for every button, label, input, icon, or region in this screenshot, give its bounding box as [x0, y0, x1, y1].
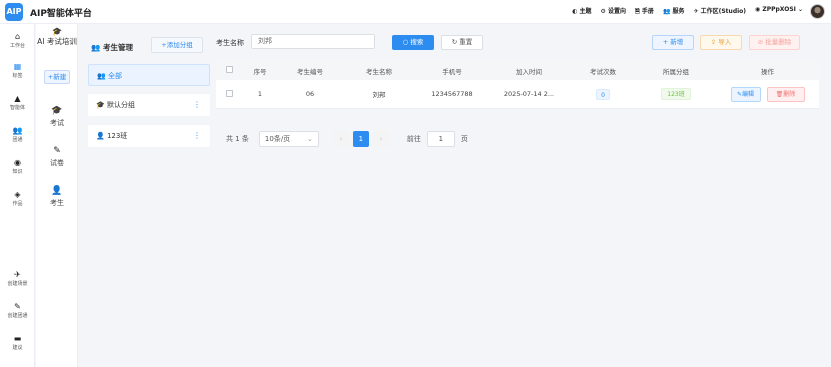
group-panel-title: 👥 考生管理: [91, 43, 133, 52]
delete-button[interactable]: 🗑删除: [766, 86, 805, 102]
import-button[interactable]: ⇪ 导入: [700, 35, 742, 50]
exam-icon: 🎓: [51, 106, 63, 116]
main-content: 考生名称 刘邦 ○ 搜索 ↻ 重置 + 新增 ⇪ 导入 ⊘ 批量删除 序号 考生…: [214, 24, 831, 367]
col-actions: 操作: [761, 67, 774, 76]
goto-page-input[interactable]: 1: [426, 131, 455, 147]
page-suffix: 页: [460, 135, 468, 143]
more-icon[interactable]: ⋮: [193, 94, 201, 116]
col-index: 序号: [253, 67, 267, 76]
nav-item-tags[interactable]: ▦ 标签: [0, 62, 35, 79]
exam-count-badge: 0: [596, 88, 610, 100]
more-icon[interactable]: ⋮: [193, 125, 201, 147]
student-table: 序号 考生编号 考生名称 手机号 加入时间 考试次数 所属分组 操作 1 06 …: [216, 61, 819, 109]
wrench-icon: ✎: [14, 302, 21, 311]
top-nav: ◐ 主题 ⚙ 设置向 🗎 手册 👥 服务 ✈ 工作区(Studio) ◉ ZPP…: [572, 6, 803, 17]
team-icon: 👥: [12, 126, 23, 135]
nav-item-workbench[interactable]: ⌂ 工作台: [0, 32, 35, 49]
app-logo[interactable]: AIP: [5, 3, 23, 21]
left-nav: ⌂ 工作台 ▦ 标签 ▲ 智能体 👥 团通 ◉ 知识 ◈ 作品 ✈ 创建场景 ✎ 创建团通 ▬ 建…: [0, 24, 35, 367]
theme-button[interactable]: ◐ 主题: [572, 6, 591, 17]
search-label: 考生名称: [216, 39, 244, 47]
subnav-item-student[interactable]: 👤 考生: [36, 186, 78, 208]
student-icon: 👤: [51, 186, 63, 196]
next-page-button[interactable]: ›: [372, 131, 389, 147]
select-all-checkbox[interactable]: [225, 66, 233, 73]
add-button[interactable]: + 新增: [652, 35, 694, 50]
group-item-all[interactable]: 👥 全部: [88, 64, 210, 86]
send-icon: ✈: [14, 270, 21, 279]
col-code: 考生编号: [297, 67, 323, 76]
graduation-cap-icon: 🎓: [52, 27, 62, 36]
add-group-button[interactable]: +添加分组: [151, 37, 203, 53]
new-button[interactable]: +新建: [44, 70, 70, 84]
group-panel: 👥 考生管理 +添加分组 👥 全部 🎓 默认分组 ⋮ 👤 123班 ⋮: [88, 32, 210, 367]
knowledge-icon: ◉: [14, 158, 21, 167]
col-group: 所属分组: [663, 67, 689, 76]
feedback-icon: ▬: [13, 334, 22, 343]
agent-icon: ▲: [14, 94, 21, 103]
work-icon: ◈: [14, 190, 21, 199]
grid-icon: ▦: [13, 62, 22, 71]
page-size-select[interactable]: 10条/页 ⌄: [258, 131, 319, 147]
search-button[interactable]: ○ 搜索: [392, 35, 434, 50]
total-count: 共 1 条: [226, 135, 249, 143]
subnav-title: 🎓 AI 考试培训: [37, 27, 77, 46]
nav-item-works[interactable]: ◈ 作品: [0, 190, 35, 207]
prev-page-button[interactable]: ‹: [332, 131, 349, 147]
nav-item-create-team[interactable]: ✎ 创建团通: [0, 302, 35, 319]
app-title: AIP智能体平台: [30, 9, 92, 19]
subnav-item-paper[interactable]: ✎ 试卷: [36, 146, 78, 168]
table-header: 序号 考生编号 考生名称 手机号 加入时间 考试次数 所属分组 操作: [216, 61, 819, 80]
pagination: 共 1 条 10条/页 ⌄ ‹ 1 › 前往 1 页: [226, 131, 468, 147]
settings-button[interactable]: ⚙ 设置向: [601, 6, 626, 17]
subnav-item-exam[interactable]: 🎓 考试: [36, 106, 78, 128]
manual-button[interactable]: 🗎 手册: [635, 6, 654, 17]
user-menu[interactable]: ◉ ZPPpXOSI ⌄: [755, 6, 803, 17]
workbench-button[interactable]: ✈ 工作区(Studio): [694, 6, 747, 17]
nav-item-feedback[interactable]: ▬ 建议: [0, 334, 35, 351]
chevron-down-icon: ⌄: [307, 135, 313, 143]
row-checkbox[interactable]: [225, 89, 233, 97]
paper-icon: ✎: [53, 146, 61, 156]
home-icon: ⌂: [14, 32, 21, 41]
nav-item-knowledge[interactable]: ◉ 知识: [0, 158, 35, 175]
col-exam-count: 考试次数: [590, 67, 616, 76]
group-item-class-123[interactable]: 👤 123班 ⋮: [88, 125, 210, 147]
col-join-time: 加入时间: [516, 67, 542, 76]
goto-label: 前往: [406, 135, 421, 143]
group-item-default[interactable]: 🎓 默认分组 ⋮: [88, 94, 210, 116]
page-number-current[interactable]: 1: [352, 131, 369, 147]
batch-delete-button[interactable]: ⊘ 批量删除: [749, 35, 800, 50]
edit-button[interactable]: ✎编辑: [730, 86, 761, 102]
top-bar: AIP AIP智能体平台 ◐ 主题 ⚙ 设置向 🗎 手册 👥 服务 ✈ 工作区(…: [0, 0, 831, 24]
reset-button[interactable]: ↻ 重置: [441, 35, 483, 50]
exam-subnav: 🎓 AI 考试培训 +新建 🎓 考试 ✎ 试卷 👤 考生: [36, 24, 78, 367]
avatar[interactable]: [810, 4, 825, 19]
col-phone: 手机号: [442, 67, 462, 76]
nav-item-team[interactable]: 👥 团通: [0, 126, 35, 143]
table-row: 1 06 刘邦 1234567788 2025-07-14 2... 0 123…: [216, 80, 819, 109]
nav-item-agents[interactable]: ▲ 智能体: [0, 94, 35, 111]
nav-item-create-scene[interactable]: ✈ 创建场景: [0, 270, 35, 287]
service-button[interactable]: 👥 服务: [663, 6, 685, 17]
search-input[interactable]: 刘邦: [251, 34, 375, 49]
col-name: 考生名称: [366, 67, 392, 76]
group-tag: 123班: [661, 88, 691, 100]
